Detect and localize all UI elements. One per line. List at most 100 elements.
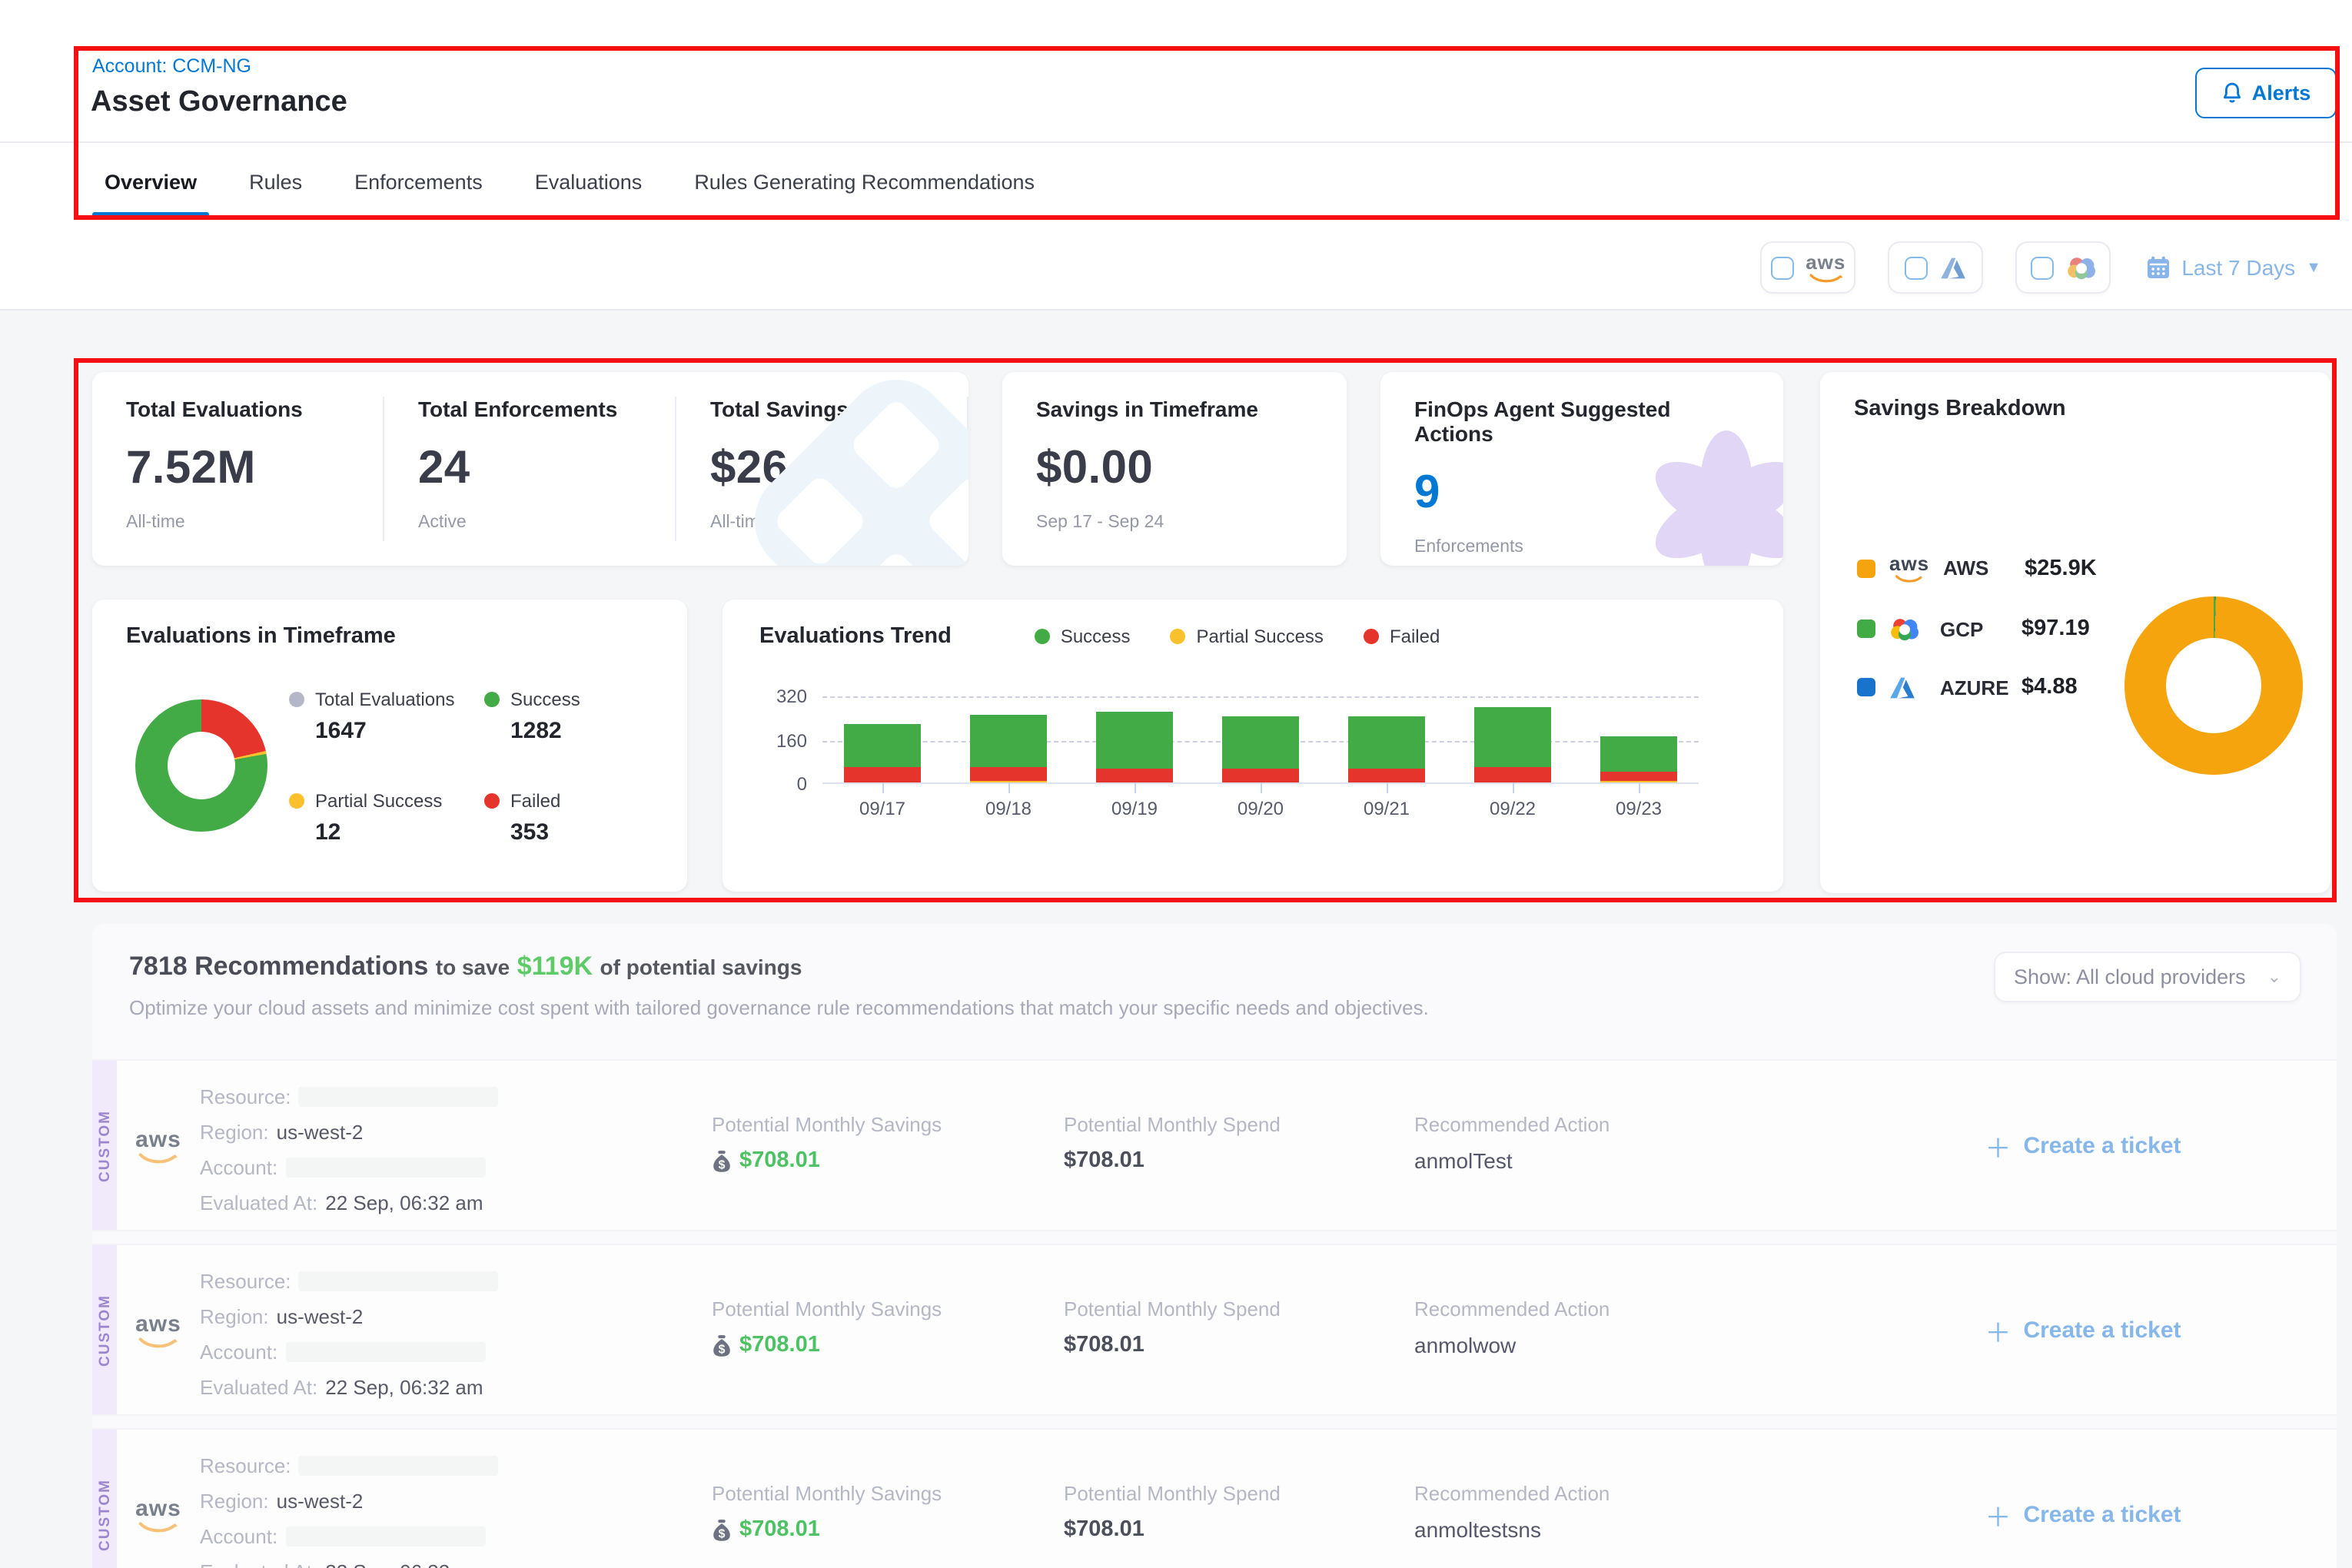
trend-bar-09/19 (1096, 712, 1173, 782)
recommendations-list: CUSTOM aws Resource: Region:us-west-2 Ac… (92, 1059, 2337, 1568)
savings-breakdown-card: Savings Breakdown aws AWS $25.9K GCP $97… (1820, 372, 2330, 893)
redacted-value (299, 1271, 499, 1291)
aws-icon: aws (1806, 252, 1845, 283)
page-title: Asset Governance (91, 86, 347, 120)
custom-tag: CUSTOM (92, 1430, 117, 1568)
date-range-selector[interactable]: Last 7 Days ▼ (2146, 255, 2321, 280)
bell-icon (2221, 81, 2243, 105)
kpi-total-enforcements: Total Enforcements 24 Active (384, 397, 676, 541)
potential-monthly-spend: Potential Monthly Spend $708.01 (1064, 1430, 1414, 1568)
potential-monthly-savings: Potential Monthly Savings $$708.01 (712, 1245, 1064, 1414)
trend-bar-09/22 (1474, 707, 1551, 782)
trend-legend-failed: Failed (1364, 626, 1440, 647)
custom-tag: CUSTOM (92, 1061, 117, 1230)
custom-tag: CUSTOM (92, 1245, 117, 1414)
azure-icon (1940, 256, 1966, 279)
redacted-value (299, 1087, 499, 1107)
page-header: Account: CCM-NG Asset Governance Overvie… (0, 0, 2352, 220)
create-ticket-button[interactable]: ＋Create a ticket (1985, 1495, 2181, 1533)
tab-overview[interactable]: Overview (101, 145, 200, 218)
evaluations-timeframe-card: Evaluations in Timeframe Total Evaluatio… (92, 600, 687, 892)
recommendation-row[interactable]: CUSTOM aws Resource: Region:us-west-2 Ac… (92, 1244, 2337, 1416)
trend-legend-success: Success (1035, 626, 1131, 647)
potential-monthly-savings: Potential Monthly Savings $$708.01 (712, 1061, 1064, 1230)
create-ticket-button[interactable]: ＋Create a ticket (1985, 1311, 2181, 1349)
recommended-action: Recommended Action anmolTest (1414, 1061, 1875, 1230)
tab-rules-generating-recommendations[interactable]: Rules Generating Recommendations (691, 145, 1038, 218)
legend-azure: AZURE $4.88 (1857, 675, 2097, 699)
gcp-icon (1889, 616, 1926, 641)
recommendations-title: 7818 Recommendations to save $119K of po… (129, 952, 802, 981)
legend-gcp: GCP $97.19 (1857, 616, 2097, 641)
redacted-value (285, 1342, 485, 1362)
alerts-button[interactable]: Alerts (2195, 68, 2337, 118)
content-area: Total Evaluations 7.52M All-time Total E… (0, 311, 2352, 1568)
chevron-down-icon: ⌄ (2267, 967, 2281, 987)
legend-success: Success 1282 (484, 689, 580, 744)
kpi-card: Total Evaluations 7.52M All-time Total E… (92, 372, 968, 566)
money-bag-icon: $ (712, 1518, 732, 1541)
tab-enforcements[interactable]: Enforcements (351, 145, 486, 218)
aws-icon: aws (1889, 553, 1929, 583)
legend-partial-success: Partial Success 12 (289, 790, 484, 845)
potential-monthly-spend: Potential Monthly Spend $708.01 (1064, 1061, 1414, 1230)
filter-provider-gcp[interactable] (2015, 241, 2111, 294)
money-bag-icon: $ (712, 1149, 732, 1172)
flower-watermark (1633, 434, 1783, 566)
recommended-action: Recommended Action anmolwow (1414, 1245, 1875, 1414)
trend-bar-09/21 (1348, 716, 1425, 782)
create-ticket-button[interactable]: ＋Create a ticket (1985, 1126, 2181, 1164)
svg-text:$: $ (719, 1527, 726, 1540)
redacted-value (285, 1526, 485, 1546)
chevron-down-icon: ▼ (2306, 259, 2321, 276)
plus-icon: ＋ (1985, 1495, 2011, 1533)
legend-failed: Failed 353 (484, 790, 580, 845)
potential-monthly-savings: Potential Monthly Savings $$708.01 (712, 1430, 1064, 1568)
potential-monthly-spend: Potential Monthly Spend $708.01 (1064, 1245, 1414, 1414)
trend-bar-09/18 (970, 715, 1047, 782)
aws-icon: aws (135, 1312, 181, 1347)
trend-legend-partial: Partial Success (1171, 626, 1324, 647)
total-enforcements-value: 24 (418, 443, 641, 495)
evaluations-timeframe-legend: Total Evaluations 1647 Success 1282 Part… (289, 689, 580, 845)
gcp-checkbox[interactable] (2030, 256, 2053, 279)
aws-icon: aws (135, 1497, 181, 1532)
trend-bar-09/20 (1222, 716, 1299, 782)
resource-fields: Resource: Region:us-west-2 Account: Eval… (200, 1430, 712, 1568)
savings-breakdown-donut (2124, 596, 2303, 775)
resource-fields: Resource: Region:us-west-2 Account: Eval… (200, 1061, 712, 1230)
money-bag-icon: $ (712, 1334, 732, 1357)
aws-checkbox[interactable] (1770, 256, 1793, 279)
kpi-total-evaluations: Total Evaluations 7.52M All-time (92, 397, 384, 541)
trend-bar-09/23 (1600, 736, 1677, 782)
finops-actions-card: FinOps Agent Suggested Actions 9 Enforce… (1380, 372, 1783, 566)
svg-text:$: $ (719, 1343, 726, 1356)
redacted-value (299, 1456, 499, 1476)
aws-icon: aws (135, 1128, 181, 1163)
recommendation-row[interactable]: CUSTOM aws Resource: Region:us-west-2 Ac… (92, 1059, 2337, 1231)
evaluations-trend-chart: 320160009/1709/1809/1909/2009/2109/2209/… (822, 696, 1699, 784)
plus-icon: ＋ (1985, 1126, 2011, 1164)
filter-band: aws Last 7 Days ▼ (0, 220, 2352, 311)
calendar-icon (2146, 255, 2171, 280)
recommendation-row[interactable]: CUSTOM aws Resource: Region:us-west-2 Ac… (92, 1428, 2337, 1568)
cloud-provider-filter-dropdown[interactable]: Show: All cloud providers ⌄ (1994, 952, 2301, 1002)
azure-checkbox[interactable] (1905, 256, 1928, 279)
tab-evaluations[interactable]: Evaluations (532, 145, 646, 218)
azure-icon (1889, 676, 1926, 699)
redacted-value (285, 1158, 485, 1178)
recommendations-panel: 7818 Recommendations to save $119K of po… (92, 924, 2337, 1568)
savings-in-timeframe-card: Savings in Timeframe $0.00 Sep 17 - Sep … (1002, 372, 1347, 566)
account-breadcrumb[interactable]: Account: CCM-NG (92, 55, 251, 77)
evaluations-trend-card: Evaluations Trend Success Partial Succes… (723, 600, 1783, 892)
trend-bar-09/17 (844, 723, 921, 782)
svg-text:$: $ (719, 1158, 726, 1171)
savings-in-timeframe-value: $0.00 (1036, 443, 1313, 495)
legend-total-evaluations: Total Evaluations 1647 (289, 689, 484, 744)
recommended-action: Recommended Action anmoltestsns (1414, 1430, 1875, 1568)
filter-provider-azure[interactable] (1888, 241, 1983, 294)
savings-breakdown-legend: aws AWS $25.9K GCP $97.19 AZURE (1857, 553, 2097, 699)
filter-provider-aws[interactable]: aws (1760, 241, 1855, 294)
tab-rules[interactable]: Rules (246, 145, 305, 218)
gcp-icon (2065, 255, 2096, 280)
